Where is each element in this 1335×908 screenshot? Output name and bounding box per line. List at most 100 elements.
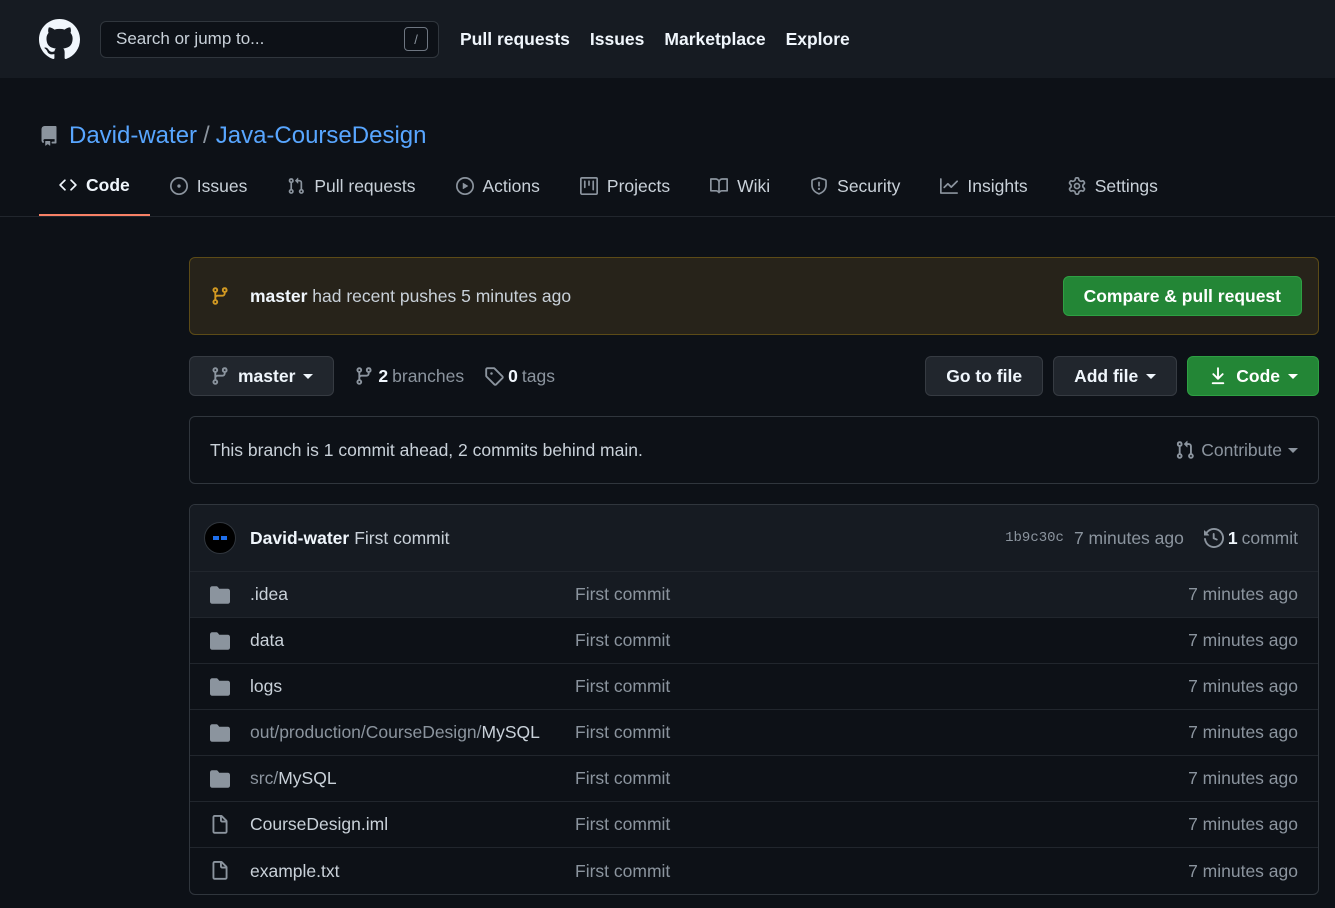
tab-actions[interactable]: Actions bbox=[436, 156, 560, 216]
tab-insights[interactable]: Insights bbox=[920, 156, 1047, 216]
repo-header: David-water / Java-CourseDesign Code Iss… bbox=[0, 78, 1335, 217]
git-pull-request-icon bbox=[289, 177, 305, 194]
tags-link[interactable]: 0 tags bbox=[484, 366, 555, 387]
code-download-button[interactable]: Code bbox=[1187, 356, 1319, 396]
nav-explore[interactable]: Explore bbox=[786, 29, 850, 50]
code-icon bbox=[59, 179, 77, 191]
file-row[interactable]: out/production/CourseDesign/MySQL First … bbox=[190, 710, 1318, 756]
file-commit-message[interactable]: First commit bbox=[575, 630, 1188, 651]
tab-security[interactable]: Security bbox=[790, 156, 920, 216]
add-file-label: Add file bbox=[1074, 365, 1139, 386]
repo-name-link[interactable]: Java-CourseDesign bbox=[216, 122, 427, 150]
tab-pull-requests[interactable]: Pull requests bbox=[267, 156, 435, 216]
branch-select-label: master bbox=[238, 365, 296, 386]
tab-projects-label: Projects bbox=[606, 175, 671, 196]
file-name[interactable]: data bbox=[250, 630, 575, 651]
nav-marketplace[interactable]: Marketplace bbox=[664, 29, 765, 50]
file-commit-time: 7 minutes ago bbox=[1188, 722, 1298, 742]
play-icon bbox=[455, 177, 474, 195]
file-name[interactable]: out/production/CourseDesign/MySQL bbox=[250, 722, 575, 743]
repo-title: David-water / Java-CourseDesign bbox=[39, 122, 426, 150]
avatar[interactable] bbox=[204, 522, 236, 554]
branch-bar: master 2 branches 0 tags Go to file Add … bbox=[189, 356, 1319, 396]
chevron-down-icon bbox=[1146, 373, 1157, 379]
file-commit-time: 7 minutes ago bbox=[1188, 630, 1298, 650]
book-icon bbox=[710, 178, 729, 194]
file-row[interactable]: CourseDesign.iml First commit 7 minutes … bbox=[190, 802, 1318, 848]
tags-count: 0 bbox=[508, 365, 518, 386]
tab-settings[interactable]: Settings bbox=[1048, 156, 1178, 216]
github-logo-icon[interactable] bbox=[39, 18, 80, 60]
contribute-dropdown[interactable]: Contribute bbox=[1175, 440, 1298, 461]
commit-author[interactable]: David-water bbox=[250, 528, 349, 549]
commit-history-link[interactable]: 1 commit bbox=[1203, 527, 1298, 549]
issue-opened-icon bbox=[169, 177, 188, 195]
repo-separator: / bbox=[203, 122, 210, 149]
tab-security-label: Security bbox=[837, 175, 901, 196]
branches-count: 2 bbox=[378, 365, 389, 386]
push-banner-message: had recent pushes 5 minutes ago bbox=[312, 285, 572, 306]
tab-code[interactable]: Code bbox=[39, 156, 150, 216]
repo-owner-link[interactable]: David-water bbox=[69, 122, 197, 150]
slash-shortcut-icon: / bbox=[404, 27, 428, 51]
file-commit-time: 7 minutes ago bbox=[1188, 584, 1298, 604]
tab-code-label: Code bbox=[86, 174, 130, 195]
file-name[interactable]: .idea bbox=[250, 584, 575, 605]
graph-icon bbox=[940, 178, 959, 194]
repo-content: master had recent pushes 5 minutes ago C… bbox=[189, 257, 1319, 895]
repo-tabs: Code Issues Pull requests Actions Projec… bbox=[39, 156, 1178, 216]
go-to-file-button[interactable]: Go to file bbox=[925, 356, 1044, 396]
file-name[interactable]: CourseDesign.iml bbox=[250, 814, 575, 835]
tab-issues[interactable]: Issues bbox=[150, 156, 268, 216]
file-browser: David-water First commit 1b9c30c 7 minut… bbox=[189, 504, 1319, 895]
search-placeholder: Search or jump to... bbox=[116, 29, 265, 48]
commit-count: 1 bbox=[1227, 527, 1238, 548]
file-name[interactable]: src/MySQL bbox=[250, 768, 575, 789]
tags-label: tags bbox=[521, 365, 555, 386]
add-file-button[interactable]: Add file bbox=[1053, 356, 1178, 396]
file-icon bbox=[212, 861, 228, 880]
global-header: Search or jump to... / Pull requests Iss… bbox=[0, 0, 1335, 78]
commit-message[interactable]: First commit bbox=[354, 528, 1005, 549]
recent-push-banner: master had recent pushes 5 minutes ago C… bbox=[189, 257, 1319, 335]
tab-wiki[interactable]: Wiki bbox=[690, 156, 790, 216]
file-row[interactable]: src/MySQL First commit 7 minutes ago bbox=[190, 756, 1318, 802]
branch-status-text: This branch is 1 commit ahead, 2 commits… bbox=[210, 439, 643, 460]
compare-pull-request-button[interactable]: Compare & pull request bbox=[1062, 276, 1302, 316]
git-branch-icon bbox=[212, 287, 228, 305]
project-icon bbox=[579, 177, 598, 195]
file-commit-message[interactable]: First commit bbox=[575, 676, 1188, 697]
commit-count-label: commit bbox=[1241, 527, 1298, 548]
tag-icon bbox=[485, 367, 504, 386]
file-commit-message[interactable]: First commit bbox=[575, 768, 1188, 789]
git-branch-icon bbox=[212, 367, 228, 385]
shield-icon bbox=[811, 177, 828, 195]
file-row[interactable]: example.txt First commit 7 minutes ago bbox=[190, 848, 1318, 894]
folder-icon bbox=[210, 723, 230, 742]
branch-select-button[interactable]: master bbox=[189, 356, 335, 396]
file-row[interactable]: data First commit 7 minutes ago bbox=[190, 618, 1318, 664]
push-banner-text: master had recent pushes 5 minutes ago bbox=[250, 286, 1063, 307]
file-commit-message[interactable]: First commit bbox=[575, 861, 1188, 882]
repo-icon bbox=[41, 126, 57, 146]
commit-sha[interactable]: 1b9c30c bbox=[1005, 530, 1064, 546]
file-commit-message[interactable]: First commit bbox=[575, 722, 1188, 743]
file-name[interactable]: logs bbox=[250, 676, 575, 697]
history-icon bbox=[1203, 528, 1224, 548]
file-row[interactable]: .idea First commit 7 minutes ago bbox=[190, 572, 1318, 618]
branches-link[interactable]: 2 branches bbox=[354, 366, 464, 387]
nav-pull-requests[interactable]: Pull requests bbox=[460, 29, 570, 50]
chevron-down-icon bbox=[303, 373, 314, 379]
folder-icon bbox=[210, 677, 230, 696]
nav-issues[interactable]: Issues bbox=[590, 29, 644, 50]
chevron-down-icon bbox=[1288, 447, 1298, 453]
tab-projects[interactable]: Projects bbox=[560, 156, 690, 216]
branches-label: branches bbox=[392, 365, 465, 386]
file-commit-message[interactable]: First commit bbox=[575, 584, 1188, 605]
file-commit-message[interactable]: First commit bbox=[575, 814, 1188, 835]
search-input[interactable]: Search or jump to... / bbox=[100, 20, 439, 58]
file-row[interactable]: logs First commit 7 minutes ago bbox=[190, 664, 1318, 710]
file-name[interactable]: example.txt bbox=[250, 861, 575, 882]
file-commit-time: 7 minutes ago bbox=[1188, 814, 1298, 834]
branch-status-box: This branch is 1 commit ahead, 2 commits… bbox=[189, 416, 1319, 484]
